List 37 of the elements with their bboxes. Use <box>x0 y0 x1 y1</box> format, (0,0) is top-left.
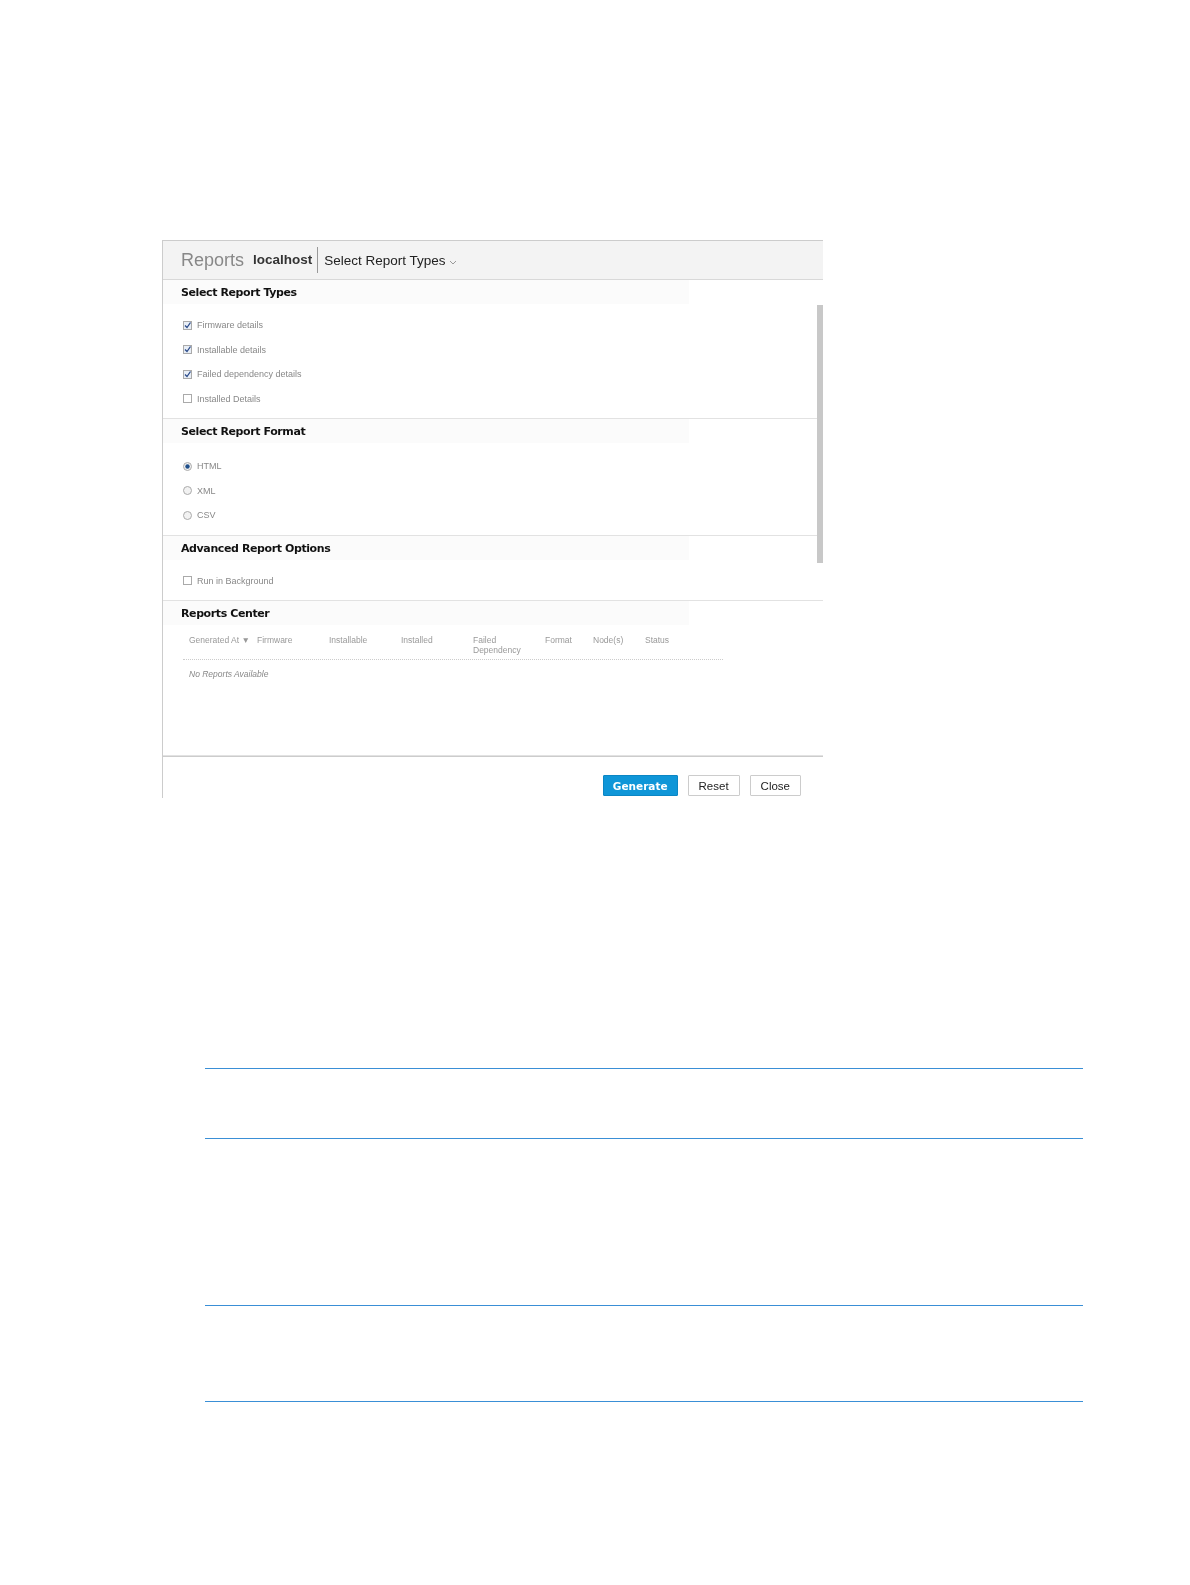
checkbox[interactable] <box>183 345 192 355</box>
column-header[interactable]: Generated At ▼ <box>183 635 257 645</box>
column-header[interactable]: Status <box>645 635 695 645</box>
section-heading: Advanced Report Options <box>163 535 689 560</box>
option-label: Installed Details <box>197 393 261 404</box>
generate-button[interactable]: Generate <box>602 775 678 796</box>
section-heading: Select Report Types <box>163 280 689 304</box>
option-label: HTML <box>197 461 222 472</box>
checkbox[interactable] <box>183 320 192 330</box>
checkbox[interactable] <box>183 369 192 379</box>
empty-message: No Reports Available <box>188 668 270 679</box>
column-header[interactable]: Node(s) <box>593 635 645 645</box>
host-name: localhost <box>253 247 319 273</box>
dialog-button[interactable]: Close <box>749 775 801 796</box>
radio-button[interactable] <box>183 461 192 471</box>
column-header[interactable]: Failed Dependency <box>473 635 525 655</box>
checkbox[interactable] <box>183 576 192 586</box>
dialog-button[interactable]: Reset <box>687 775 740 796</box>
option-label: XML <box>197 485 216 496</box>
radio-button[interactable] <box>183 510 192 520</box>
column-header[interactable]: Firmware <box>257 635 329 645</box>
radio-button[interactable] <box>183 486 192 496</box>
column-header[interactable]: Installable <box>329 635 401 645</box>
column-header[interactable]: Format <box>545 635 593 645</box>
report-type-menu[interactable]: Select Report Types <box>324 252 457 268</box>
column-header[interactable]: Installed <box>401 635 473 645</box>
option-label: Firmware details <box>197 320 263 331</box>
option-label: Installable details <box>197 344 267 355</box>
section-heading: Reports Center <box>163 601 689 625</box>
caret-icon <box>448 259 457 265</box>
checkbox[interactable] <box>183 394 192 404</box>
section-heading: Select Report Format <box>163 419 689 443</box>
option-label: Run in Background <box>197 575 274 586</box>
page-title: Reports <box>181 249 245 271</box>
option-label: CSV <box>197 510 216 521</box>
scrollbar[interactable] <box>817 305 823 563</box>
option-label: Failed dependency details <box>197 369 302 380</box>
